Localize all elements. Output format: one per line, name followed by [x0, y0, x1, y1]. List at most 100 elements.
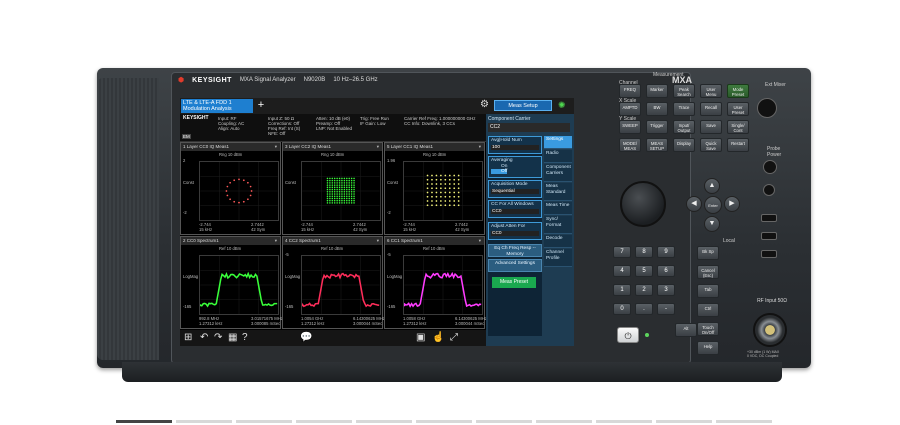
probe-power-port[interactable]: [763, 160, 777, 174]
front-key[interactable]: Save: [700, 120, 722, 134]
help-icon[interactable]: ?: [242, 332, 248, 344]
windows-start-icon[interactable]: ⊞: [184, 332, 192, 344]
front-key[interactable]: Recall: [700, 102, 722, 116]
redo-icon[interactable]: ↷: [214, 332, 222, 344]
chevron-down-icon[interactable]: ▾: [275, 237, 277, 245]
settings-tab[interactable]: Meas Time: [544, 202, 572, 215]
front-key[interactable]: Trigger: [646, 120, 668, 134]
down-arrow-icon[interactable]: ▼: [704, 216, 720, 232]
rotary-knob[interactable]: [620, 181, 666, 227]
add-screen-button[interactable]: +: [255, 99, 267, 113]
chevron-down-icon[interactable]: ▾: [377, 143, 379, 151]
front-key[interactable]: AMPTD: [619, 102, 641, 116]
thumbnail[interactable]: [536, 420, 592, 423]
headphone-port[interactable]: [763, 184, 775, 196]
numpad-key[interactable]: 2: [635, 284, 653, 296]
usb-port[interactable]: [761, 250, 777, 258]
thumbnail[interactable]: [296, 420, 352, 423]
numpad-function-key[interactable]: Touch On/Off: [697, 322, 719, 336]
component-carrier-select[interactable]: CC2: [488, 123, 570, 132]
adjust-atten-field[interactable]: Adjust Atten For CC0: [488, 222, 542, 240]
meas-setup-button[interactable]: Meas Setup: [494, 100, 552, 111]
front-key[interactable]: BW: [646, 102, 668, 116]
numpad-key[interactable]: 9: [657, 246, 675, 258]
thumbnail[interactable]: [716, 420, 772, 423]
advanced-settings-button[interactable]: Advanced Settings: [488, 259, 542, 272]
front-key[interactable]: MEAS SETUP: [646, 138, 668, 152]
settings-tab[interactable]: Meas Standard: [544, 183, 572, 201]
cc-all-windows-field[interactable]: CC For All Windows CC0: [488, 200, 542, 218]
numpad-function-key[interactable]: Alt: [675, 323, 697, 337]
window-title[interactable]: 6 CC1 Spectrum1 ▾: [385, 237, 484, 245]
touch-icon[interactable]: ☝: [432, 332, 444, 344]
thumbnail[interactable]: [476, 420, 532, 423]
window-title[interactable]: 3 Layer CC2 IQ Meas1 ▾: [283, 143, 382, 151]
front-key[interactable]: MODE/ MEAS: [619, 138, 641, 152]
usb-port[interactable]: [761, 232, 777, 240]
front-key[interactable]: Marker: [646, 84, 668, 98]
avg-hold-value[interactable]: 100: [491, 145, 539, 151]
numpad-key[interactable]: 7: [613, 246, 631, 258]
adjust-value[interactable]: CC0: [491, 231, 539, 237]
numpad-key[interactable]: 1: [613, 284, 631, 296]
numpad-function-key[interactable]: Cancel (Esc): [697, 265, 719, 279]
eq-ch-freq-resp-button[interactable]: Eq Ch Freq Resp -- Memory: [488, 244, 542, 257]
front-key[interactable]: SWEEP: [619, 120, 641, 134]
settings-tab[interactable]: Sync/ Format: [544, 216, 572, 234]
front-key[interactable]: Quick Save: [700, 138, 722, 152]
enter-key[interactable]: Enter: [704, 196, 722, 214]
settings-tab[interactable]: Component Carriers: [544, 164, 572, 182]
avg-hold-field[interactable]: Avg|Hold Num 100: [488, 136, 542, 154]
numpad-function-key[interactable]: Help: [697, 341, 719, 355]
front-key[interactable]: Input/ Output: [673, 120, 695, 134]
measurement-window[interactable]: 2 CC0 Spectrum1 ▾ Ref 10 dBm LogMag -165 992.…: [180, 236, 281, 329]
thumbnail[interactable]: [176, 420, 232, 423]
front-key[interactable]: Peak Search: [673, 84, 695, 98]
front-key[interactable]: Single/ Cont: [727, 120, 749, 134]
mode-tab[interactable]: LTE & LTE-A FDD 1 Modulation Analysis: [181, 99, 253, 113]
numpad-function-key[interactable]: Ctrl: [697, 303, 719, 317]
measurement-window[interactable]: 6 CC1 Spectrum1 ▾ Ref 10 dBm LogMag -5 -165 1.…: [384, 236, 485, 329]
left-arrow-icon[interactable]: ◀: [686, 196, 702, 212]
cc-all-value[interactable]: CC0: [491, 209, 539, 215]
thumbnail[interactable]: [596, 420, 652, 423]
numpad-function-key[interactable]: Bk Sp: [697, 246, 719, 260]
chat-icon[interactable]: 💬: [300, 332, 312, 344]
meas-preset-button[interactable]: Meas Preset: [492, 277, 536, 288]
settings-gear-icon[interactable]: ⚙: [480, 99, 489, 110]
window-title[interactable]: 5 Layer CC1 IQ Meas1 ▾: [385, 143, 484, 151]
right-arrow-icon[interactable]: ▶: [724, 196, 740, 212]
thumbnail[interactable]: [356, 420, 412, 423]
acq-value[interactable]: Sequential: [491, 189, 539, 195]
acquisition-mode-field[interactable]: Acquisition Mode Sequential: [488, 180, 542, 198]
rf-input-connector[interactable]: [753, 313, 787, 347]
thumbnail[interactable]: [116, 420, 172, 423]
numpad-key[interactable]: 6: [657, 265, 675, 277]
thumbnail[interactable]: [236, 420, 292, 423]
measurement-window[interactable]: 1 Layer CC0 IQ Meas1 ▾ Rng 10 dBm Const 2 -2 -…: [180, 142, 281, 235]
chevron-down-icon[interactable]: ▾: [479, 237, 481, 245]
settings-tab[interactable]: Channel Profile: [544, 249, 572, 267]
numpad-key[interactable]: 4: [613, 265, 631, 277]
measurement-window[interactable]: 5 Layer CC1 IQ Meas1 ▾ Rng 10 dBm Const 1.96…: [384, 142, 485, 235]
file-icon[interactable]: ▦: [228, 332, 237, 344]
numpad-key[interactable]: -: [657, 303, 675, 315]
front-key[interactable]: User Menu: [700, 84, 722, 98]
window-title[interactable]: 4 CC2 Spectrum1 ▾: [283, 237, 382, 245]
front-key[interactable]: Restart: [727, 138, 749, 152]
ext-mixer-port[interactable]: [757, 98, 777, 118]
window-title[interactable]: 2 CC0 Spectrum1 ▾: [181, 237, 280, 245]
layout-icon[interactable]: ▣: [416, 332, 425, 344]
chevron-down-icon[interactable]: ▾: [275, 143, 277, 151]
averaging-toggle[interactable]: Averaging On Off: [488, 156, 542, 178]
chevron-down-icon[interactable]: ▾: [479, 143, 481, 151]
measurement-window[interactable]: 3 Layer CC2 IQ Meas1 ▾ Rng 10 dBm Const -2.7…: [282, 142, 383, 235]
front-key[interactable]: Display: [673, 138, 695, 152]
front-key[interactable]: User Preset: [727, 102, 749, 116]
usb-port[interactable]: [761, 214, 777, 222]
measurement-window[interactable]: 4 CC2 Spectrum1 ▾ Ref 10 dBm LogMag -5 -165 1.…: [282, 236, 383, 329]
thumbnail[interactable]: [416, 420, 472, 423]
numpad-function-key[interactable]: Tab: [697, 284, 719, 298]
numpad-key[interactable]: 5: [635, 265, 653, 277]
chevron-down-icon[interactable]: ▾: [377, 237, 379, 245]
